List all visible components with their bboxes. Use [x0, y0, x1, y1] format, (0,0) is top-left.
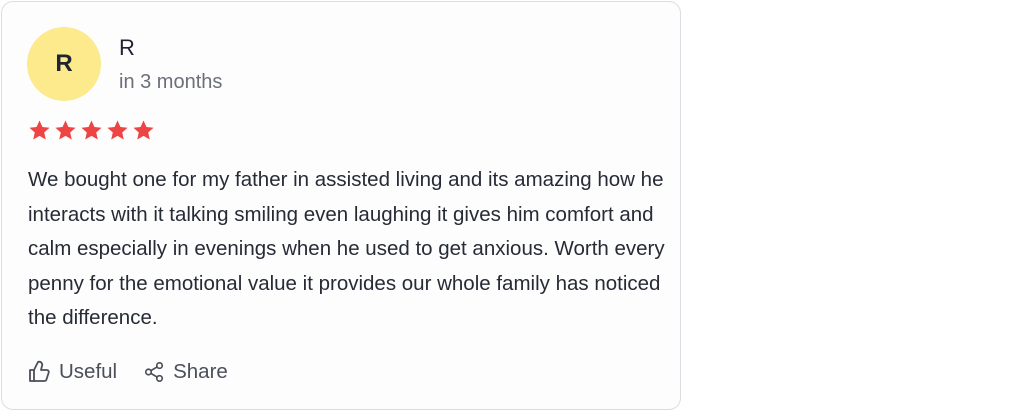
avatar: R	[27, 27, 101, 101]
star-icon	[80, 119, 103, 142]
review-text: We bought one for my father in assisted …	[28, 168, 665, 329]
star-icon	[106, 119, 129, 142]
star-rating	[28, 119, 155, 142]
useful-button[interactable]: Useful	[27, 360, 117, 384]
author-name: R	[119, 35, 135, 60]
star-icon	[132, 119, 155, 142]
review-card: R R in 3 months We bought one for my fat…	[1, 1, 681, 410]
review-actions: Useful Share	[27, 360, 228, 384]
thumbs-up-icon	[27, 360, 51, 384]
share-icon	[143, 361, 165, 383]
share-button[interactable]: Share	[143, 360, 228, 384]
share-label: Share	[173, 360, 228, 383]
review-date: in 3 months	[119, 71, 223, 93]
useful-label: Useful	[59, 360, 118, 383]
star-icon	[28, 119, 51, 142]
star-icon	[54, 119, 77, 142]
